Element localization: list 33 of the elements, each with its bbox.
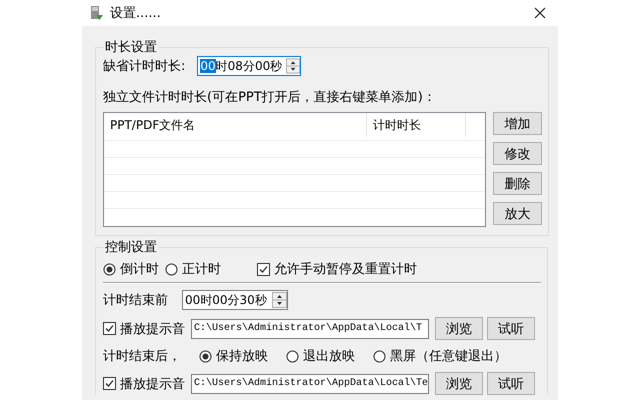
group-legend: 控制设置 bbox=[103, 238, 159, 256]
column-header[interactable]: PPT/PDF文件名 bbox=[104, 113, 367, 137]
spin-arrows-icon[interactable] bbox=[286, 58, 300, 74]
table-button[interactable]: 放大 bbox=[493, 202, 542, 225]
app-icon bbox=[90, 5, 104, 21]
sound-button[interactable]: 浏览 bbox=[435, 372, 483, 395]
path-field[interactable]: C:\Users\Administrator\AppData\Local\Te bbox=[191, 374, 429, 394]
radio-button[interactable]: 保持放映 bbox=[199, 347, 268, 365]
table-button[interactable]: 修改 bbox=[493, 142, 542, 165]
table-label: 独立文件计时时长(可在PPT打开后，直接右键菜单添加)： bbox=[103, 89, 437, 106]
table-button[interactable]: 增加 bbox=[493, 112, 542, 135]
checkbox[interactable]: 播放提示音 bbox=[103, 374, 185, 392]
field-label: 计时结束前 bbox=[103, 292, 168, 309]
time-spinner[interactable]: 00时00分30秒 bbox=[182, 290, 288, 310]
spin-arrows-icon[interactable] bbox=[272, 292, 287, 308]
duration-spinner[interactable]: 00时08分00秒 bbox=[197, 56, 302, 76]
close-icon[interactable] bbox=[534, 7, 546, 19]
column-header[interactable]: 计时时长 bbox=[367, 113, 466, 137]
radio-button[interactable]: 黑屏（任意键退出） bbox=[373, 347, 507, 365]
checkbox[interactable]: 播放提示音 bbox=[103, 320, 185, 338]
table-button[interactable]: 删除 bbox=[493, 172, 542, 195]
radio-button[interactable]: 倒计时 bbox=[103, 260, 159, 278]
window-title: 设置...... bbox=[110, 5, 161, 22]
radio-button[interactable]: 退出放映 bbox=[286, 347, 355, 365]
sound-button[interactable]: 试听 bbox=[487, 372, 535, 395]
radio-button[interactable]: 正计时 bbox=[165, 260, 221, 278]
checkbox[interactable]: 允许手动暂停及重置计时 bbox=[257, 260, 417, 278]
field-label: 计时结束后， bbox=[103, 348, 181, 365]
sound-button[interactable]: 浏览 bbox=[435, 317, 483, 340]
group-legend: 时长设置 bbox=[103, 38, 159, 56]
sound-button[interactable]: 试听 bbox=[487, 317, 535, 340]
field-label: 缺省计时时长: bbox=[103, 58, 186, 75]
path-field[interactable]: C:\Users\Administrator\AppData\Local\T bbox=[191, 318, 429, 338]
